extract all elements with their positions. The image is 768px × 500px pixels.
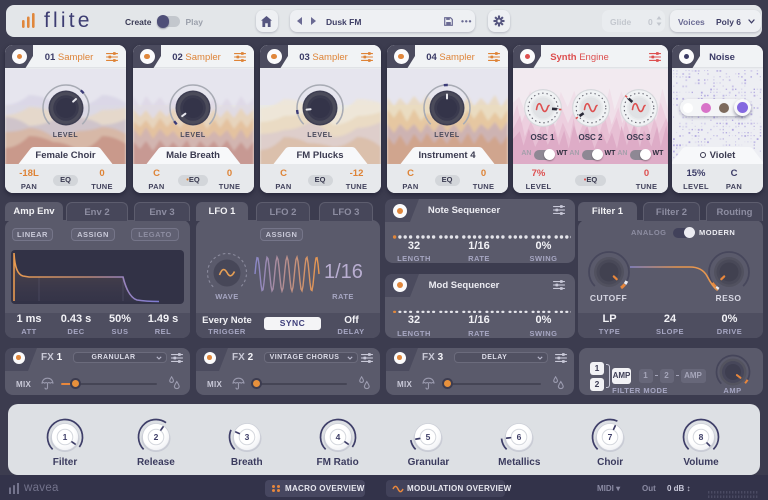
svg-text:2: 2 bbox=[153, 432, 158, 442]
svg-text:7: 7 bbox=[608, 432, 613, 442]
svg-text:1: 1 bbox=[63, 432, 68, 442]
svg-text:3: 3 bbox=[244, 432, 249, 442]
svg-text:5: 5 bbox=[426, 432, 431, 442]
svg-text:4: 4 bbox=[335, 432, 340, 442]
svg-text:8: 8 bbox=[699, 432, 704, 442]
svg-text:6: 6 bbox=[517, 432, 522, 442]
